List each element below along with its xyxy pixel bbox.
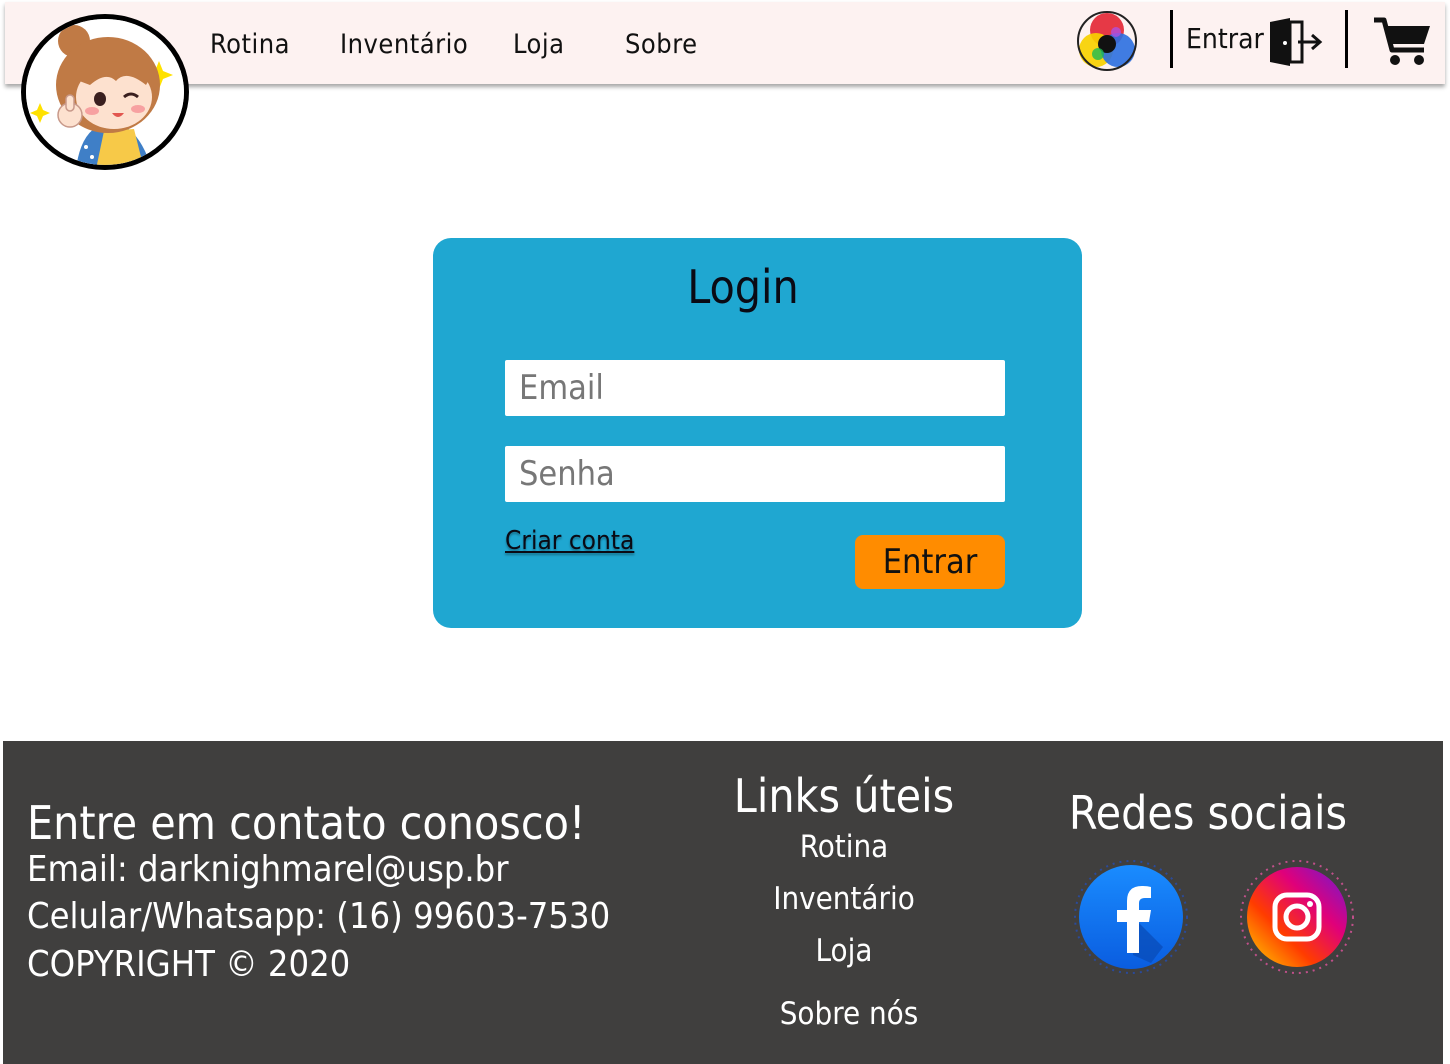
links-title: Links úteis — [733, 769, 955, 823]
login-card: Login Criar conta Entrar — [433, 238, 1082, 628]
create-account-link[interactable]: Criar conta — [505, 526, 634, 556]
header-divider — [1170, 10, 1173, 68]
footer-link-rotina[interactable]: Rotina — [703, 829, 985, 865]
avatar-illustration — [26, 19, 184, 165]
footer: Entre em contato conosco! Email: darknig… — [3, 741, 1443, 1064]
header-login-link[interactable]: Entrar — [1186, 22, 1264, 55]
contact-title: Entre em contato conosco! — [27, 796, 586, 850]
instagram-icon[interactable] — [1239, 859, 1355, 975]
email-field[interactable] — [505, 360, 1005, 416]
door-exit-icon[interactable] — [1268, 18, 1324, 66]
login-title: Login — [687, 260, 799, 314]
footer-link-sobre-nos[interactable]: Sobre nós — [708, 996, 990, 1032]
password-field[interactable] — [505, 446, 1005, 502]
cart-icon[interactable] — [1372, 16, 1432, 68]
contact-email: Email: darknighmarel@usp.br — [27, 849, 509, 890]
copyright: COPYRIGHT © 2020 — [27, 944, 351, 985]
facebook-icon[interactable] — [1073, 859, 1189, 975]
login-submit-button[interactable]: Entrar — [855, 535, 1005, 589]
nav-link-loja[interactable]: Loja — [513, 29, 565, 60]
footer-link-loja[interactable]: Loja — [703, 933, 985, 969]
footer-link-inventario[interactable]: Inventário — [703, 881, 985, 917]
contact-phone: Celular/Whatsapp: (16) 99603-7530 — [27, 896, 611, 937]
color-theme-icon[interactable] — [1076, 10, 1138, 72]
nav-link-rotina[interactable]: Rotina — [210, 29, 290, 60]
nav-link-inventario[interactable]: Inventário — [340, 29, 468, 60]
header-divider-2 — [1345, 10, 1348, 68]
social-title: Redes sociais — [1068, 786, 1348, 840]
logo-avatar[interactable] — [21, 14, 189, 170]
nav-link-sobre[interactable]: Sobre — [625, 29, 698, 60]
